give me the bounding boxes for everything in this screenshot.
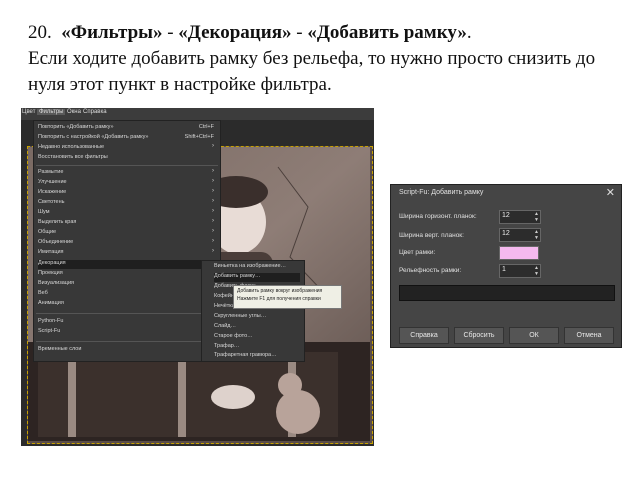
spin-arrows-icon[interactable]: ▲ ▼ [534, 265, 539, 277]
menu-item-artistic[interactable]: Имитация › [38, 248, 216, 258]
menu-item-combine[interactable]: Объединение › [38, 238, 216, 248]
spin-arrows-icon[interactable]: ▲ ▼ [534, 211, 539, 223]
menu-help[interactable]: Справка [83, 109, 107, 115]
menu-separator [36, 313, 218, 314]
filters-menu: Повторить «Добавить рамку» Ctrl+F Повтори… [33, 120, 221, 362]
menu-item-animation[interactable]: Анимация› [38, 299, 216, 309]
path-separator: - [296, 22, 303, 43]
menu-windows[interactable]: Окна [67, 109, 81, 115]
path-separator: - [167, 22, 174, 43]
menu-item-map[interactable]: Проекция› [38, 269, 216, 279]
help-button[interactable]: Справка [399, 327, 449, 344]
menu-item-script-fu[interactable]: Script-Fu› [38, 327, 216, 337]
submenu-item-vignette[interactable]: Виньетка на изображение… [214, 263, 300, 272]
menu-item-web[interactable]: Веб› [38, 289, 216, 299]
menu-path-decoration: «Декорация» [178, 22, 292, 43]
menubar: Цвет Фильтры Окна Справка [21, 108, 374, 120]
submenu-item-old-photo[interactable]: Старое фото… [214, 333, 300, 342]
menu-separator [36, 165, 218, 166]
submenu-item-stencil[interactable]: Трафар… [214, 343, 300, 352]
menu-path-filters: «Фильтры» [61, 22, 163, 43]
progress-bar [399, 285, 615, 301]
menu-item-repeat[interactable]: Повторить «Добавить рамку» Ctrl+F [38, 124, 216, 133]
menu-item-render[interactable]: Визуализация› [38, 279, 216, 289]
menu-item-reset-all[interactable]: Восстановить все фильтры [38, 154, 216, 163]
y-size-spinner[interactable]: 12 ▲ ▼ [499, 228, 541, 242]
instruction-body: Если ходите добавить рамку без рельефа, … [28, 48, 596, 95]
decor-submenu: Виньетка на изображение… Добавить рамку…… [201, 260, 305, 362]
add-border-dialog: Script-Fu: Добавить рамку ✕ Ширина гориз… [390, 184, 622, 348]
label-x-size: Ширина горизонт. планок: [399, 213, 477, 220]
tooltip-hint: Нажмите F1 для получения справки [237, 296, 321, 302]
label-y-size: Ширина верт. планок: [399, 232, 464, 239]
label-border-color: Цвет рамки: [399, 249, 436, 256]
submenu-item-slide[interactable]: Слайд… [214, 323, 300, 332]
menu-item-noise[interactable]: Шум › [38, 208, 216, 218]
menu-item-edge-detect[interactable]: Выделить края › [38, 218, 216, 228]
menu-item-distorts[interactable]: Искажение › [38, 188, 216, 198]
menu-item-python-fu[interactable]: Python-Fu› [38, 317, 216, 327]
submenu-item-add-border[interactable]: Добавить рамку… [214, 273, 300, 282]
border-color-button[interactable] [499, 246, 539, 260]
instruction-text: 20. «Фильтры» - «Декорация» - «Добавить … [28, 20, 628, 98]
menu-item-decor[interactable]: Декорация› [38, 259, 216, 269]
menu-item-recent[interactable]: Недавно использованные › [38, 143, 216, 153]
submenu-item-round-corners[interactable]: Скругленные углы… [214, 313, 300, 322]
menu-color[interactable]: Цвет [22, 109, 35, 115]
menu-item-reshow[interactable]: Повторить с настройкой «Добавить рамку» S… [38, 134, 216, 143]
menu-filters[interactable]: Фильтры [37, 109, 66, 115]
x-size-spinner[interactable]: 12 ▲ ▼ [499, 210, 541, 224]
tooltip: Добавить рамку вокруг изображения Нажмит… [233, 285, 342, 309]
delta-spinner[interactable]: 1 ▲ ▼ [499, 264, 541, 278]
step-number: 20. [28, 22, 52, 43]
menu-item-generic[interactable]: Общие › [38, 228, 216, 238]
menu-item-blur[interactable]: Размытие › [38, 168, 216, 178]
spin-arrows-icon[interactable]: ▲ ▼ [534, 229, 539, 241]
reset-button[interactable]: Сбросить [454, 327, 504, 344]
dialog-title: Script-Fu: Добавить рамку [399, 189, 484, 196]
menu-path-add-border: «Добавить рамку» [307, 22, 467, 43]
gimp-screenshot: Цвет Фильтры Окна Справка Повторить «Доб… [21, 108, 374, 446]
close-icon[interactable]: ✕ [606, 186, 615, 199]
label-delta: Рельефность рамки: [399, 267, 462, 274]
submenu-item-stencil-carve[interactable]: Трафаретная гравюра… [214, 352, 300, 361]
menu-item-light-shadow[interactable]: Светотень › [38, 198, 216, 208]
period: . [466, 22, 472, 43]
ok-button[interactable]: ОК [509, 327, 559, 344]
menu-separator [36, 341, 218, 342]
menu-item-enhance[interactable]: Улучшение › [38, 178, 216, 188]
cancel-button[interactable]: Отмена [564, 327, 614, 344]
menu-item-temporal[interactable]: Временные слои [38, 346, 216, 355]
